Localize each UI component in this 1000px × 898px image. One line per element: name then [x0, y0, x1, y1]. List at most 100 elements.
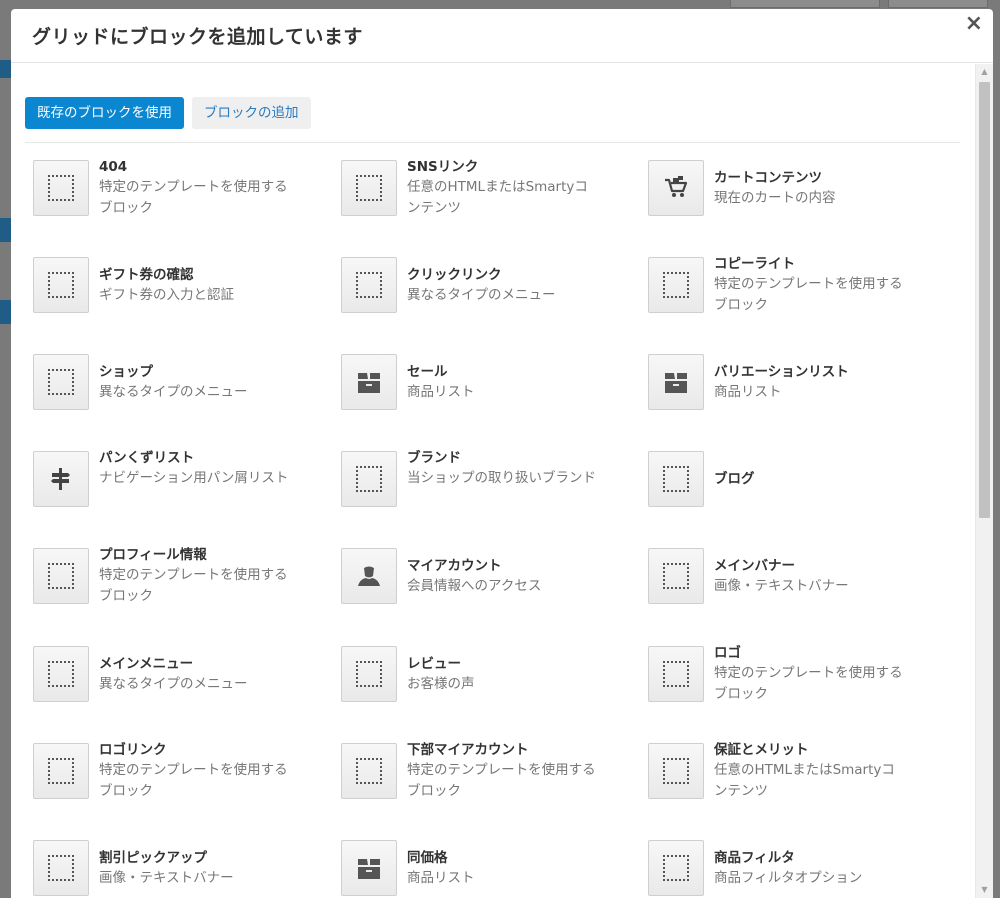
- block-name: ロゴリンク: [99, 742, 167, 758]
- block-item[interactable]: ロゴリンク 特定のテンプレートを使用するブロック: [33, 742, 333, 817]
- block-text: 保証とメリット任意のHTMLまたはSmartyコンテンツ: [714, 740, 904, 802]
- block-description: 異なるタイプのメニュー: [407, 286, 556, 303]
- block-text: クリックリンク異なるタイプのメニュー: [407, 265, 597, 306]
- block-description: 商品リスト: [714, 383, 782, 400]
- block-item[interactable]: パンくずリストナビゲーション用パン屑リスト: [33, 448, 333, 525]
- block-description: 特定のテンプレートを使用するブロック: [99, 567, 288, 604]
- block-text: セール 商品リスト: [407, 362, 597, 403]
- placeholder-icon: [648, 548, 704, 604]
- block-item[interactable]: バリエーションリスト 商品リスト: [648, 354, 948, 428]
- block-item[interactable]: カートコンテンツ 現在のカートの内容: [648, 160, 948, 234]
- block-name: パンくずリスト: [99, 450, 195, 466]
- block-name: クリックリンク: [407, 266, 502, 283]
- placeholder-icon: [33, 548, 89, 604]
- scrollbar-thumb[interactable]: [979, 82, 990, 518]
- close-button[interactable]: ×: [965, 13, 983, 35]
- block-item[interactable]: セール 商品リスト: [341, 354, 641, 428]
- block-name: ロゴ: [714, 645, 741, 661]
- block-text: メインバナー画像・テキストバナー: [714, 556, 904, 597]
- block-text: プロフィール情報特定のテンプレートを使用するブロック: [99, 545, 289, 607]
- background-button: [888, 0, 988, 8]
- block-text: 同価格 商品リスト: [407, 848, 597, 889]
- block-item[interactable]: コピーライト特定のテンプレートを使用するブロック: [648, 254, 948, 331]
- scroll-up-arrow-icon[interactable]: ▲: [976, 64, 993, 80]
- block-item[interactable]: SNSリンク 任意のHTMLまたはSmartyコンテンツ: [341, 157, 641, 234]
- signpost-icon: [33, 451, 89, 507]
- block-name: 保証とメリット: [714, 742, 809, 758]
- block-name: 割引ピックアップ: [99, 849, 207, 866]
- tab-use-existing-block[interactable]: 既存のブロックを使用: [25, 97, 184, 129]
- placeholder-icon: [341, 160, 397, 216]
- block-name: ブランド: [407, 450, 461, 466]
- placeholder-icon: [33, 743, 89, 799]
- block-description: 画像・テキストバナー: [714, 577, 849, 594]
- block-item[interactable]: ブランド当ショップの取り扱いブランド: [341, 450, 641, 525]
- block-name: カートコンテンツ: [714, 169, 822, 186]
- block-text: 404 特定のテンプレートを使用するブロック: [99, 157, 289, 219]
- block-item[interactable]: プロフィール情報特定のテンプレートを使用するブロック: [33, 545, 333, 622]
- block-text: 商品フィルタ商品フィルタオプション: [714, 848, 904, 889]
- block-name: メインバナー: [714, 557, 795, 574]
- block-description: 会員情報へのアクセス: [407, 577, 542, 594]
- box-icon: [341, 354, 397, 410]
- block-description: 特定のテンプレートを使用するブロック: [714, 276, 903, 313]
- block-description: 任意のHTMLまたはSmartyコンテンツ: [407, 179, 588, 216]
- block-item[interactable]: ロゴ特定のテンプレートを使用するブロック: [648, 643, 948, 720]
- scroll-down-arrow-icon[interactable]: ▼: [976, 882, 993, 898]
- block-text: コピーライト特定のテンプレートを使用するブロック: [714, 254, 904, 316]
- block-item[interactable]: 保証とメリット任意のHTMLまたはSmartyコンテンツ: [648, 740, 948, 817]
- placeholder-icon: [648, 646, 704, 702]
- block-item[interactable]: 404 特定のテンプレートを使用するブロック: [33, 157, 333, 234]
- tab-add-block[interactable]: ブロックの追加: [192, 97, 311, 129]
- block-item[interactable]: ショップ 異なるタイプのメニュー: [33, 354, 333, 428]
- placeholder-icon: [341, 646, 397, 702]
- block-description: 特定のテンプレートを使用するブロック: [714, 665, 903, 702]
- block-description: 画像・テキストバナー: [99, 869, 234, 886]
- block-name: セール: [407, 363, 448, 380]
- block-description: お客様の声: [407, 675, 475, 692]
- block-name: メインメニュー: [99, 655, 194, 672]
- box-icon: [648, 354, 704, 410]
- divider: [25, 142, 960, 143]
- block-item[interactable]: 下部マイアカウント 特定のテンプレートを使用するブロック: [341, 742, 641, 817]
- placeholder-icon: [648, 743, 704, 799]
- block-text: ギフト券の確認 ギフト券の入力と認証: [99, 265, 289, 306]
- block-item[interactable]: ギフト券の確認 ギフト券の入力と認証: [33, 257, 333, 331]
- block-item[interactable]: 商品フィルタ商品フィルタオプション: [648, 840, 948, 898]
- placeholder-icon: [33, 160, 89, 216]
- block-text: ロゴ特定のテンプレートを使用するブロック: [714, 643, 904, 705]
- block-description: 特定のテンプレートを使用するブロック: [407, 762, 596, 799]
- block-item[interactable]: メインバナー画像・テキストバナー: [648, 548, 948, 622]
- block-text: ブログ: [714, 469, 904, 489]
- block-name: 404: [99, 159, 128, 175]
- block-name: バリエーションリスト: [714, 363, 849, 380]
- block-description: ナビゲーション用パン屑リスト: [99, 470, 289, 486]
- block-item[interactable]: マイアカウント 会員情報へのアクセス: [341, 548, 641, 622]
- cart-icon: [648, 160, 704, 216]
- scrollbar[interactable]: ▲ ▼: [975, 64, 993, 898]
- block-description: 任意のHTMLまたはSmartyコンテンツ: [714, 762, 895, 799]
- block-text: パンくずリストナビゲーション用パン屑リスト: [99, 448, 289, 489]
- block-name: 同価格: [407, 849, 448, 866]
- block-item[interactable]: メインメニュー 異なるタイプのメニュー: [33, 646, 333, 720]
- modal-title: グリッドにブロックを追加しています: [32, 26, 363, 48]
- block-item[interactable]: ブログ: [648, 451, 948, 525]
- block-description: 当ショップの取り扱いブランド: [407, 470, 596, 486]
- placeholder-icon: [341, 451, 397, 507]
- block-item[interactable]: 割引ピックアップ画像・テキストバナー: [33, 840, 333, 898]
- block-text: レビュー お客様の声: [407, 654, 597, 695]
- block-item[interactable]: レビュー お客様の声: [341, 646, 641, 720]
- block-description: 商品フィルタオプション: [714, 869, 863, 886]
- block-name: 商品フィルタ: [714, 849, 795, 866]
- placeholder-icon: [33, 257, 89, 313]
- block-description: 特定のテンプレートを使用するブロック: [99, 179, 288, 216]
- block-name: プロフィール情報: [99, 547, 207, 563]
- block-description: 異なるタイプのメニュー: [99, 383, 248, 400]
- block-item[interactable]: 同価格 商品リスト: [341, 840, 641, 898]
- block-text: SNSリンク 任意のHTMLまたはSmartyコンテンツ: [407, 157, 597, 219]
- block-item[interactable]: クリックリンク異なるタイプのメニュー: [341, 257, 641, 331]
- block-name: コピーライト: [714, 256, 795, 272]
- block-description: ギフト券の入力と認証: [99, 286, 234, 303]
- box-icon: [341, 840, 397, 896]
- block-text: ショップ 異なるタイプのメニュー: [99, 362, 289, 403]
